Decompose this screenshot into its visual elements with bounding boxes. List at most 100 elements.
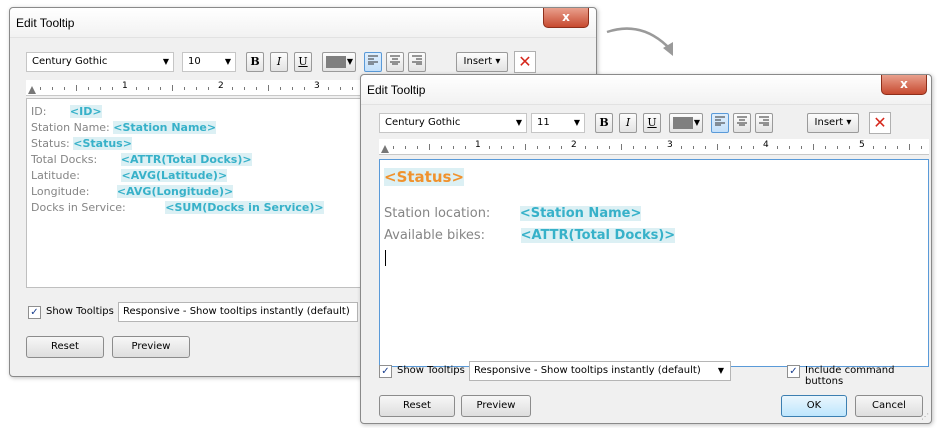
ruler-tick (897, 146, 898, 149)
ok-button[interactable]: OK (781, 395, 847, 417)
ruler-number: 2 (218, 81, 224, 91)
include-command-buttons-checkbox[interactable]: ✓ (787, 365, 800, 378)
ruler-tick (753, 146, 754, 149)
ruler-number: 1 (122, 81, 128, 91)
indent-marker[interactable] (28, 86, 36, 94)
content-line-available-bikes: Available bikes: <ATTR(Total Docks)> (384, 228, 676, 243)
x-mark-icon[interactable]: ✕ (869, 112, 891, 134)
ruler-tick (196, 87, 197, 90)
line-label: Longitude: (31, 185, 90, 198)
ruler-tick (232, 87, 233, 90)
content-line-total-docks: Total Docks: <ATTR(Total Docks)> (31, 153, 252, 166)
cancel-button[interactable]: Cancel (855, 395, 923, 417)
ruler-tick (489, 146, 490, 149)
field-token: <ATTR(Total Docks)> (520, 228, 676, 243)
underline-button[interactable]: U (643, 113, 661, 133)
align-left-button[interactable] (364, 52, 382, 72)
ruler-number: 4 (763, 140, 769, 150)
preview-button[interactable]: Preview (461, 395, 531, 417)
line-label: Total Docks: (31, 153, 98, 166)
ruler-number: 3 (314, 81, 320, 91)
underline-button[interactable]: U (294, 52, 312, 72)
font-size-value: 10 (188, 56, 201, 67)
title-bar[interactable]: Edit Tooltip (361, 75, 931, 105)
ruler-tick (52, 87, 53, 90)
align-right-button[interactable] (755, 113, 773, 133)
ruler-tick (549, 146, 550, 149)
show-tooltips-checkbox[interactable]: ✓ (379, 365, 392, 378)
field-token: <ID> (69, 105, 102, 118)
tooltip-editor[interactable]: <Status> Station location: <Station Name… (379, 159, 929, 367)
ruler-tick (429, 144, 430, 150)
content-line-id: ID: <ID> (31, 105, 102, 118)
italic-button[interactable]: I (270, 52, 288, 72)
ruler-tick (717, 144, 718, 150)
check-icon: ✓ (381, 366, 390, 377)
text-color-button[interactable]: ▼ (669, 113, 703, 133)
align-left-icon (368, 55, 378, 65)
ruler-tick (160, 87, 161, 90)
align-left-button[interactable] (711, 113, 729, 133)
align-center-icon (737, 116, 747, 126)
ruler-tick (172, 85, 173, 91)
field-token: <ATTR(Total Docks)> (120, 153, 252, 166)
resize-grip-icon[interactable]: ⋰ (921, 412, 929, 421)
ruler-tick (148, 87, 149, 90)
bold-button[interactable]: B (595, 113, 613, 133)
font-size-select[interactable]: 10 ▼ (182, 52, 236, 72)
close-button[interactable]: x (881, 75, 927, 95)
show-tooltips-checkbox[interactable]: ✓ (28, 306, 41, 319)
content-line-latitude: Latitude: <AVG(Latitude)> (31, 169, 228, 182)
ruler-tick (256, 87, 257, 90)
color-swatch (673, 117, 693, 129)
ruler-number: 1 (475, 140, 481, 150)
title-bar[interactable]: Edit Tooltip (10, 8, 596, 38)
ruler-tick (693, 146, 694, 149)
bold-button[interactable]: B (246, 52, 264, 72)
font-family-select[interactable]: Century Gothic ▼ (379, 113, 527, 133)
align-right-button[interactable] (408, 52, 426, 72)
ruler-tick (837, 146, 838, 149)
italic-button[interactable]: I (619, 113, 637, 133)
chevron-down-icon: ▼ (717, 366, 724, 375)
x-mark-icon[interactable]: ✕ (514, 51, 536, 73)
insert-menu-button[interactable]: Insert ▾ (807, 113, 859, 133)
field-token: <SUM(Docks in Service)> (165, 201, 324, 214)
curved-arrow-icon (606, 27, 673, 56)
field-token: <Status> (73, 137, 132, 150)
line-label: Station location: (384, 206, 491, 221)
ruler-tick (417, 146, 418, 149)
preview-button[interactable]: Preview (112, 336, 190, 358)
align-center-button[interactable] (386, 52, 404, 72)
ruler-tick (537, 146, 538, 149)
ruler-tick (525, 144, 526, 150)
content-line-station-name: Station Name: <Station Name> (31, 121, 217, 134)
ruler-tick (465, 146, 466, 149)
reset-button[interactable]: Reset (379, 395, 455, 417)
format-toolbar: Century Gothic ▼ 10 ▼ B I U ▼ Insert ▾ ✕ (26, 50, 546, 74)
ruler-tick (729, 146, 730, 149)
close-button[interactable]: x (543, 8, 589, 28)
font-size-select[interactable]: 11 ▼ (531, 113, 585, 133)
align-center-button[interactable] (733, 113, 751, 133)
align-right-icon (759, 116, 769, 126)
tooltip-mode-select[interactable]: Responsive - Show tooltips instantly (de… (118, 302, 358, 322)
ruler-tick (453, 146, 454, 149)
content-line-docks-in-service: Docks in Service: <SUM(Docks in Service)… (31, 201, 324, 214)
insert-menu-button[interactable]: Insert ▾ (456, 52, 508, 72)
ruler-tick (801, 146, 802, 149)
tooltip-mode-value: Responsive - Show tooltips instantly (de… (474, 365, 701, 376)
indent-marker[interactable] (381, 145, 389, 153)
ruler-tick (705, 146, 706, 149)
reset-button[interactable]: Reset (26, 336, 104, 358)
align-left-icon (715, 116, 725, 126)
tooltip-mode-select[interactable]: Responsive - Show tooltips instantly (de… (469, 361, 731, 381)
font-family-select[interactable]: Century Gothic ▼ (26, 52, 174, 72)
ruler-tick (777, 146, 778, 149)
dialog-title: Edit Tooltip (367, 83, 426, 97)
ruler-tick (292, 87, 293, 90)
status-header-line: <Status> (384, 168, 465, 186)
ruler-tick (328, 87, 329, 90)
text-color-button[interactable]: ▼ (322, 52, 356, 72)
ruler-tick (609, 146, 610, 149)
